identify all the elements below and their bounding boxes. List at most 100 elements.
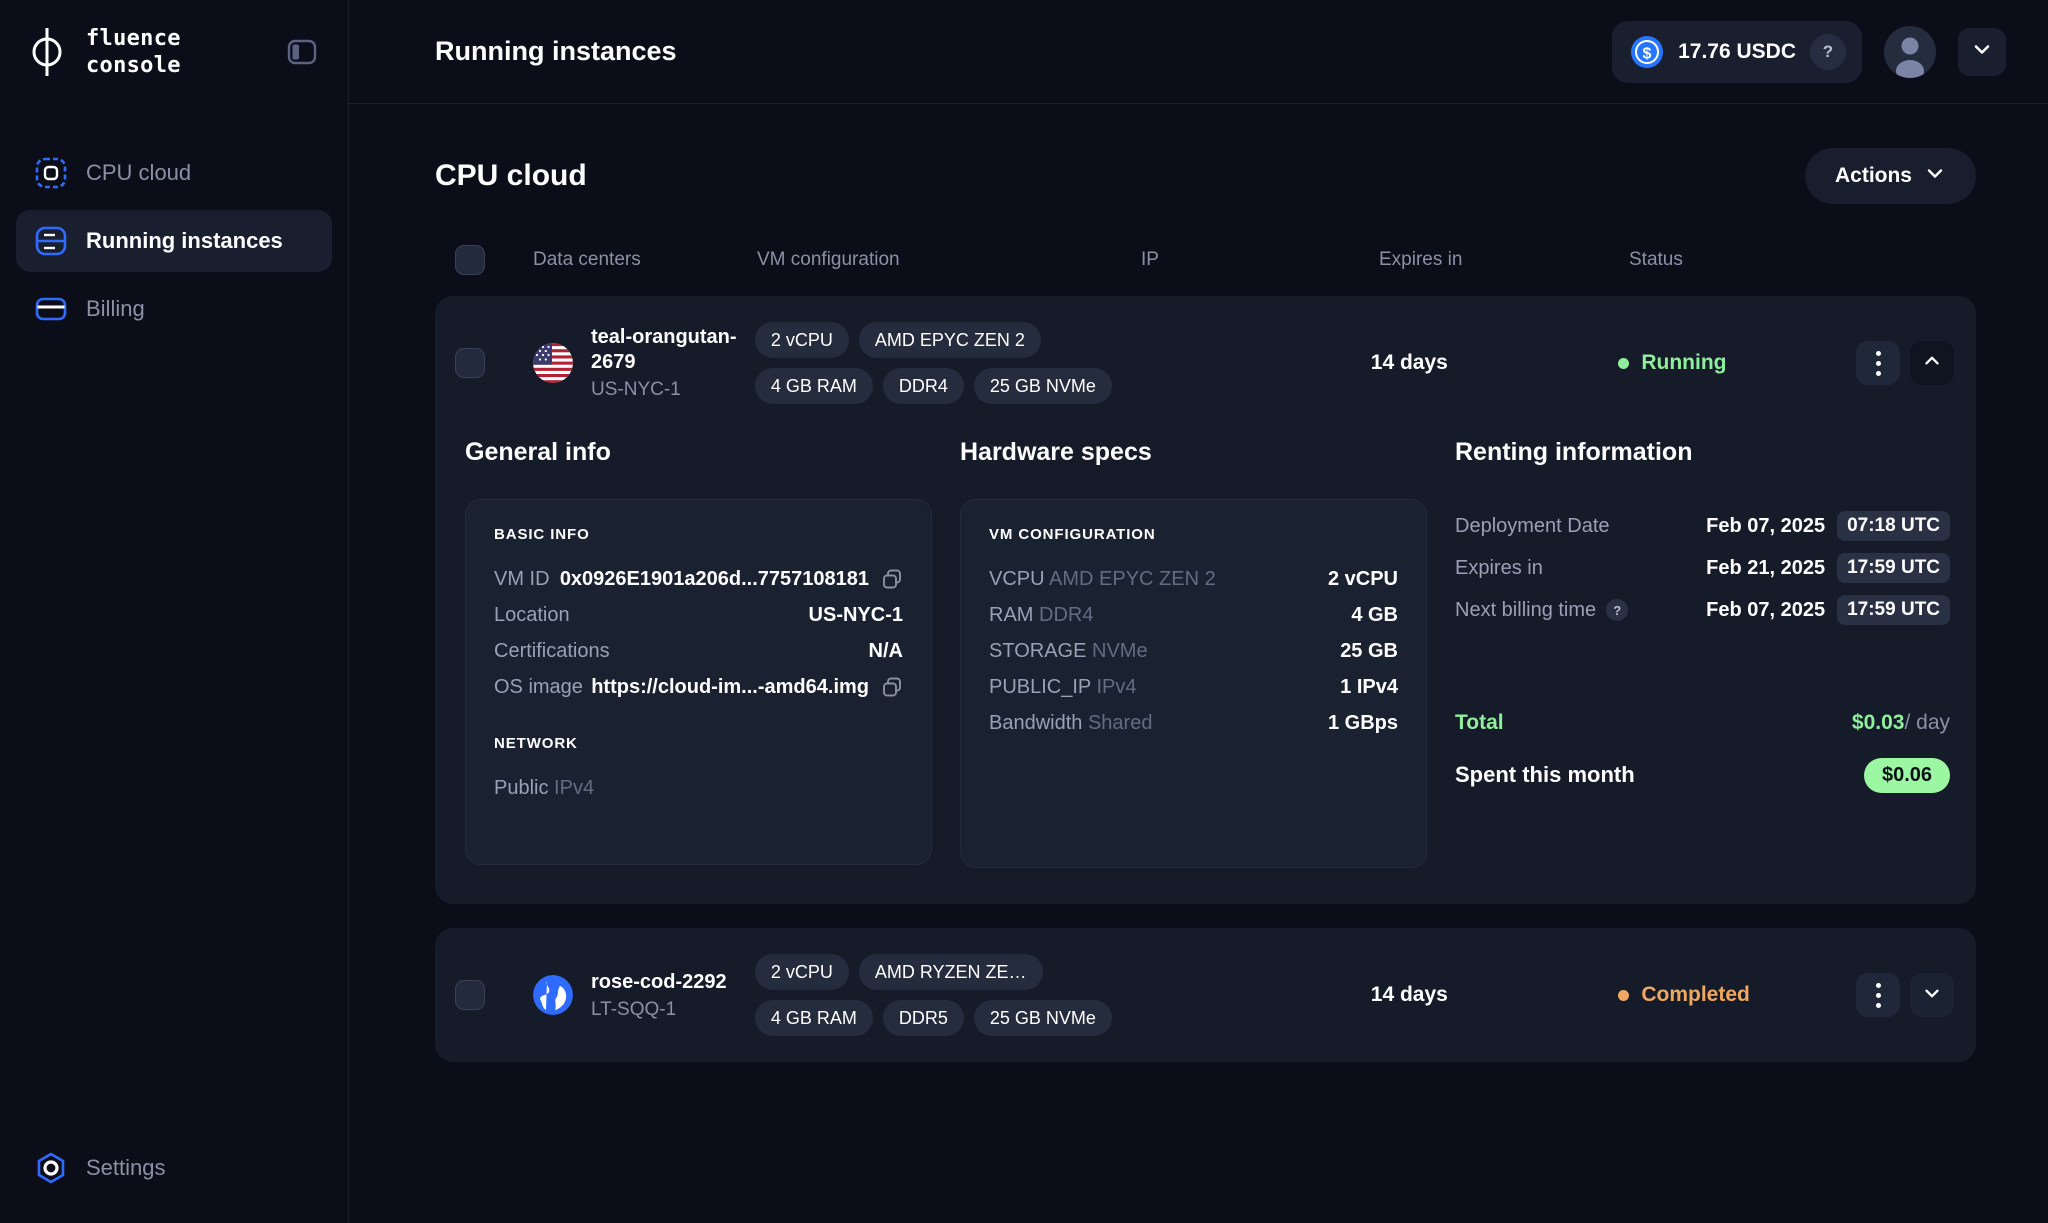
network-row: Public IPv4 (494, 770, 903, 806)
vm-configuration-card: VM CONFIGURATION VCPU AMD EPYC ZEN 2 2 v… (960, 499, 1427, 868)
spec-value: 1 GBps (1328, 712, 1398, 735)
select-all-checkbox[interactable] (455, 245, 485, 275)
vm-config-chips: 2 vCPU AMD RYZEN ZE… 4 GB RAM DDR5 25 GB… (755, 954, 1135, 1036)
spec-row: Bandwidth Shared 1 GBps (989, 705, 1398, 741)
row-summary[interactable]: teal-orangutan-2679 US-NYC-1 2 vCPU AMD … (435, 296, 1976, 430)
spec-key: Bandwidth Shared (989, 712, 1152, 735)
time-badge: 17:59 UTC (1837, 595, 1950, 625)
credit-card-icon (34, 292, 68, 326)
panel-toggle-icon[interactable] (282, 32, 322, 72)
status-dot (1618, 990, 1629, 1001)
main-area: Running instances $ 17.76 USDC ? (349, 0, 2048, 1223)
chevron-down-icon (1924, 162, 1946, 190)
info-row: Certifications N/A (494, 633, 903, 669)
expires-cell: 14 days (1371, 351, 1619, 375)
cpu-chip-icon (34, 156, 68, 190)
help-badge[interactable]: ? (1810, 34, 1846, 70)
chevron-down-icon (1921, 982, 1943, 1009)
globe-icon (533, 975, 573, 1015)
sidebar-item-billing[interactable]: Billing (16, 278, 332, 340)
info-value: 0x0926E1901a206d...7757108181 (560, 568, 903, 591)
info-row: OS image https://cloud-im...-amd64.img (494, 669, 903, 705)
sidebar-item-running-instances[interactable]: Running instances (16, 210, 332, 272)
config-chip: DDR4 (883, 368, 964, 404)
instance-name: teal-orangutan-2679 (591, 325, 755, 375)
info-value: https://cloud-im...-amd64.img (591, 676, 903, 699)
row-details: General info BASIC INFO VM ID 0x0926E190… (435, 430, 1976, 904)
sidebar: fluence console CPU cloud (0, 0, 349, 1223)
row-checkbox[interactable] (455, 980, 485, 1010)
help-icon[interactable]: ? (1606, 599, 1628, 621)
account-menu-button[interactable] (1958, 28, 2006, 76)
topbar: Running instances $ 17.76 USDC ? (349, 0, 2048, 104)
spec-key: RAM DDR4 (989, 604, 1093, 627)
renting-row: Deployment Date Feb 07, 2025 07:18 UTC (1455, 505, 1950, 547)
config-chip: 25 GB NVMe (974, 368, 1112, 404)
sidebar-item-label: Billing (86, 296, 145, 322)
copy-icon[interactable] (881, 676, 903, 698)
spec-row: VCPU AMD EPYC ZEN 2 2 vCPU (989, 561, 1398, 597)
status-badge: Completed (1618, 983, 1856, 1007)
row-expand-button[interactable] (1910, 973, 1954, 1017)
server-list-icon (34, 224, 68, 258)
avatar[interactable] (1884, 26, 1936, 78)
sidebar-item-label: Settings (86, 1155, 166, 1181)
balance-pill[interactable]: $ 17.76 USDC ? (1612, 21, 1862, 83)
svg-text:$: $ (1643, 45, 1652, 62)
renting-value: Feb 21, 2025 17:59 UTC (1706, 553, 1950, 583)
basic-info-card: BASIC INFO VM ID 0x0926E1901a206d...7757… (465, 499, 932, 865)
renting-rows: Deployment Date Feb 07, 2025 07:18 UTC E… (1455, 499, 1950, 799)
hex-gear-icon (34, 1151, 68, 1185)
column-header-status: Status (1629, 249, 1869, 271)
table-row: rose-cod-2292 LT-SQQ-1 2 vCPU AMD RYZEN … (435, 928, 1976, 1062)
row-menu-button[interactable] (1856, 973, 1900, 1017)
instance-location: US-NYC-1 (591, 379, 755, 401)
instance-identity: rose-cod-2292 LT-SQQ-1 (591, 970, 727, 1021)
phi-logo-icon (26, 26, 68, 78)
panel-title: General info (465, 438, 932, 467)
info-value: US-NYC-1 (809, 604, 903, 627)
brand-row: fluence console (0, 0, 348, 104)
usdc-coin-icon: $ (1630, 35, 1664, 69)
row-collapse-button[interactable] (1910, 341, 1954, 385)
row-buttons (1856, 973, 1954, 1017)
sidebar-item-label: CPU cloud (86, 160, 191, 186)
status-label: Running (1641, 351, 1726, 375)
actions-button[interactable]: Actions (1805, 148, 1976, 204)
spec-value: 4 GB (1351, 604, 1398, 627)
spec-value: 2 vCPU (1328, 568, 1398, 591)
panel-title: Renting information (1455, 438, 1950, 467)
instance-identity: teal-orangutan-2679 US-NYC-1 (591, 325, 755, 401)
config-chip: 2 vCPU (755, 322, 849, 358)
info-row: Location US-NYC-1 (494, 597, 903, 633)
status-dot (1618, 358, 1629, 369)
page-title: Running instances (435, 36, 677, 67)
renting-row: Expires in Feb 21, 2025 17:59 UTC (1455, 547, 1950, 589)
row-summary[interactable]: rose-cod-2292 LT-SQQ-1 2 vCPU AMD RYZEN … (435, 928, 1976, 1062)
card-label: VM CONFIGURATION (989, 526, 1398, 543)
chevron-down-icon (1970, 37, 1994, 66)
column-header-vm-configuration: VM configuration (757, 249, 1141, 271)
row-checkbox[interactable] (455, 348, 485, 378)
column-header-data-centers: Data centers (533, 249, 757, 271)
table-header: Data centers VM configuration IP Expires… (435, 238, 1976, 282)
copy-icon[interactable] (881, 568, 903, 590)
spec-row: RAM DDR4 4 GB (989, 597, 1398, 633)
instance-location: LT-SQQ-1 (591, 999, 727, 1021)
sidebar-item-cpu-cloud[interactable]: CPU cloud (16, 142, 332, 204)
time-badge: 17:59 UTC (1837, 553, 1950, 583)
renting-row: Next billing time ? Feb 07, 2025 17:59 U… (1455, 589, 1950, 631)
row-menu-button[interactable] (1856, 341, 1900, 385)
spec-row: PUBLIC_IP IPv4 1 IPv4 (989, 669, 1398, 705)
info-value: N/A (869, 640, 903, 663)
data-center-cell: rose-cod-2292 LT-SQQ-1 (533, 970, 755, 1021)
config-chip: AMD RYZEN ZE… (859, 954, 1043, 990)
spec-value: 1 IPv4 (1340, 676, 1398, 699)
sidebar-nav: CPU cloud Running instances (0, 142, 348, 340)
spec-key: STORAGE NVMe (989, 640, 1148, 663)
renting-value: Feb 07, 2025 07:18 UTC (1706, 511, 1950, 541)
sidebar-item-settings[interactable]: Settings (16, 1137, 184, 1199)
status-label: Completed (1641, 983, 1750, 1007)
spent-label: Spent this month (1455, 762, 1635, 788)
totals: Total $0.03/ day Spent this month $0.06 (1455, 701, 1950, 799)
